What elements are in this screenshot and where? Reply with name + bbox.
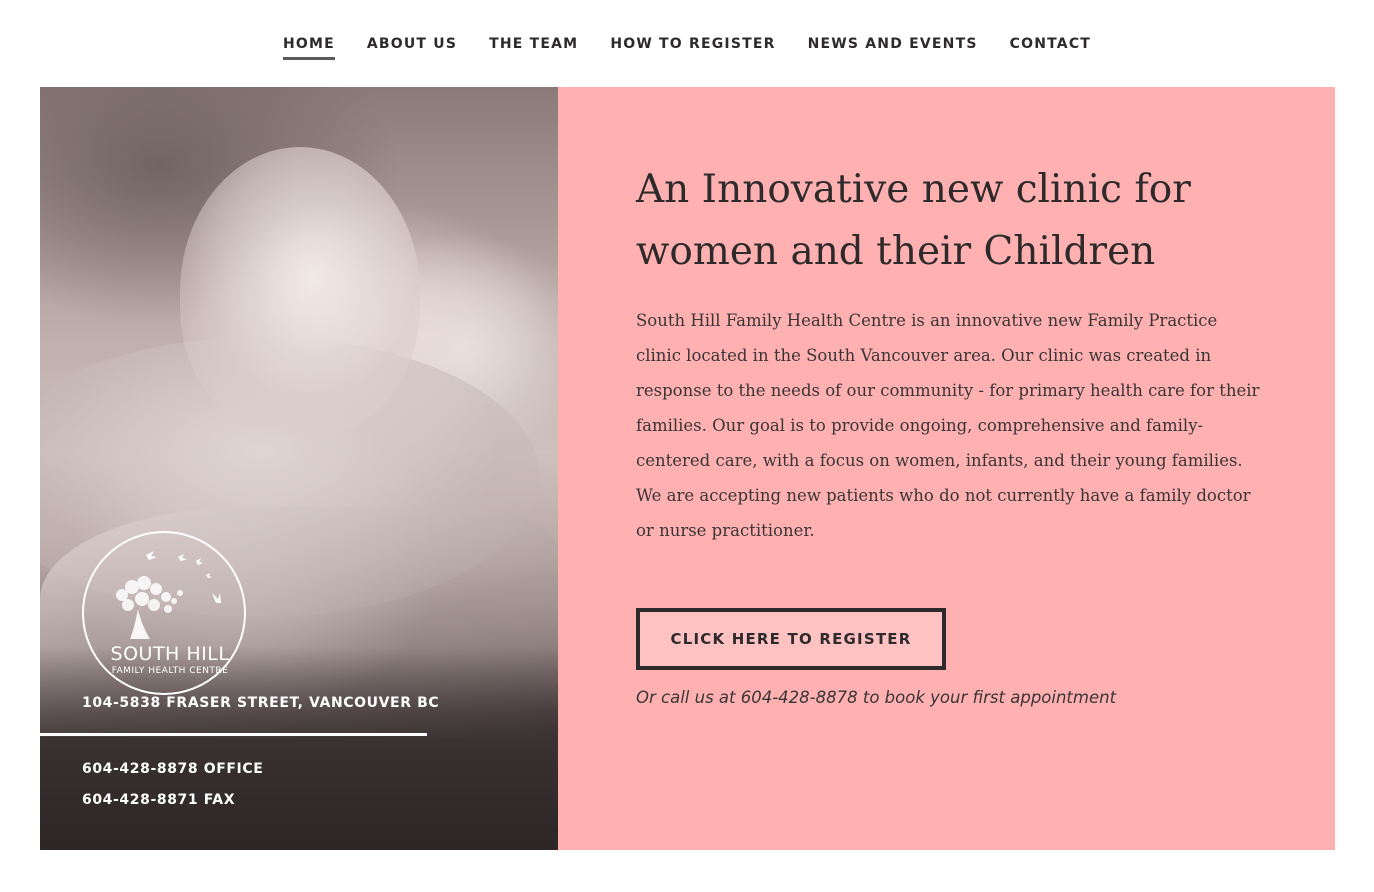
register-button[interactable]: CLICK HERE TO REGISTER [636, 608, 946, 670]
intro-paragraph: South Hill Family Health Centre is an in… [636, 311, 1260, 540]
clinic-logo[interactable]: SOUTH HILL FAMILY HEALTH CENTRE [82, 531, 252, 695]
phone-office[interactable]: 604-428-8878 OFFICE [82, 761, 263, 777]
clinic-address: 104-5838 FRASER STREET, VANCOUVER BC [82, 695, 440, 711]
nav-item-news-and-events[interactable]: NEWS AND EVENTS [808, 36, 978, 57]
nav-item-the-team[interactable]: THE TEAM [489, 36, 578, 57]
logo-circle: SOUTH HILL FAMILY HEALTH CENTRE [82, 531, 246, 695]
intro-panel: An Innovative new clinic for women and t… [558, 87, 1335, 850]
nav-item-how-to-register[interactable]: HOW TO REGISTER [610, 36, 775, 57]
logo-subtitle: FAMILY HEALTH CENTRE [111, 666, 229, 676]
page-headline: An Innovative new clinic for women and t… [636, 167, 1191, 274]
nav-item-about-us[interactable]: ABOUT US [367, 36, 457, 57]
photo-child-face-shape [180, 147, 420, 437]
hero-section: SOUTH HILL FAMILY HEALTH CENTRE 104-5838… [40, 87, 1335, 850]
main-nav: HOME ABOUT US THE TEAM HOW TO REGISTER N… [0, 0, 1374, 87]
call-note: Or call us at 604-428-8878 to book your … [636, 688, 1117, 707]
logo-name: SOUTH HILL [110, 643, 230, 665]
nav-item-home[interactable]: HOME [282, 36, 335, 60]
phone-fax: 604-428-8871 FAX [82, 792, 236, 808]
address-divider [40, 733, 427, 736]
child-resting-photo: SOUTH HILL FAMILY HEALTH CENTRE 104-5838… [40, 87, 558, 850]
nav-item-contact[interactable]: CONTACT [1010, 36, 1091, 57]
